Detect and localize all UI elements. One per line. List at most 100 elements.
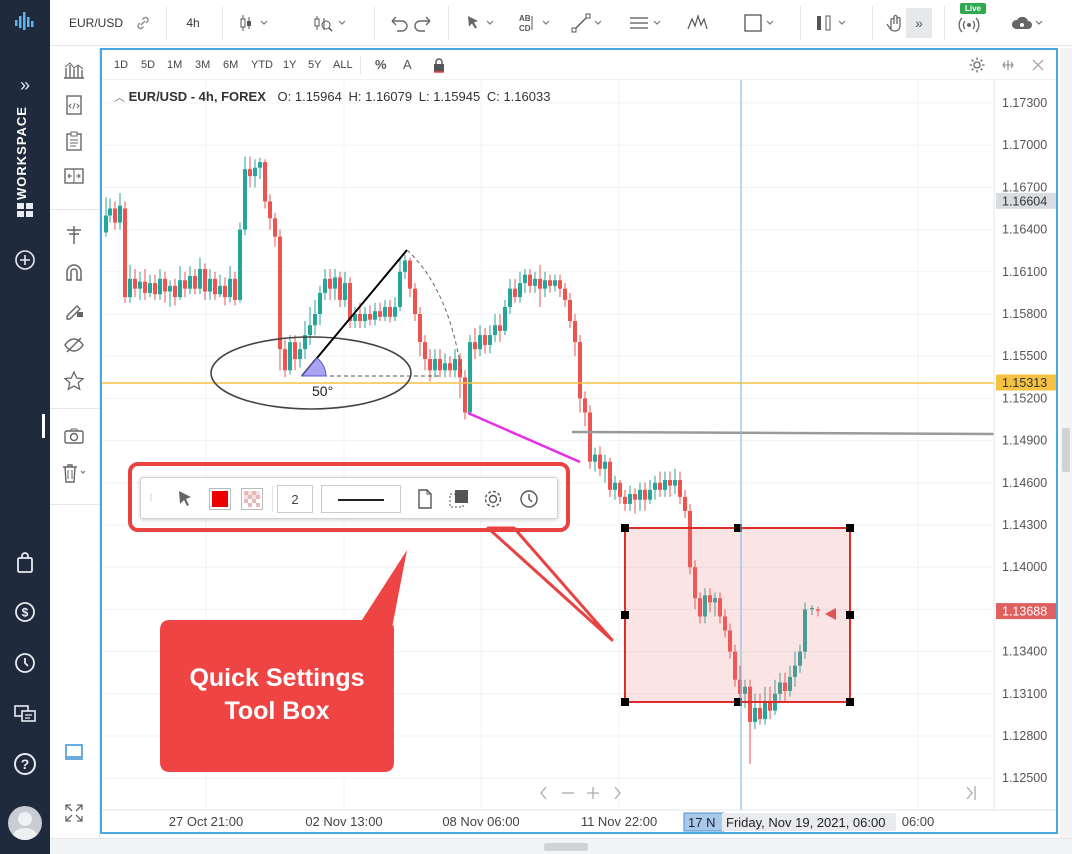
candle-body bbox=[393, 306, 397, 317]
candle-body bbox=[483, 335, 487, 345]
candle-body bbox=[613, 482, 617, 490]
vertical-scrollbar[interactable] bbox=[1060, 48, 1072, 838]
reset-chart-icon[interactable] bbox=[966, 786, 976, 800]
candle-body bbox=[338, 277, 342, 300]
candle-body bbox=[633, 494, 637, 500]
candle-body bbox=[478, 335, 482, 350]
toolbox-separator bbox=[272, 486, 273, 512]
candle-body bbox=[104, 215, 108, 233]
alert-clock-icon[interactable] bbox=[517, 485, 541, 513]
price-tick-label: 1.15500 bbox=[1002, 349, 1047, 363]
line-style-dropdown[interactable] bbox=[321, 485, 401, 513]
candle-body bbox=[158, 278, 162, 295]
candle-body bbox=[488, 335, 492, 345]
time-tick-label: 11 Nov 22:00 bbox=[581, 814, 657, 829]
price-axis[interactable]: 1.17300 1.17000 1.16700 1.16400 1.16100 1.158… bbox=[993, 80, 1056, 810]
candle-body bbox=[368, 314, 372, 320]
crosshair-time-label: Friday, Nov 19, 2021, 06:00 bbox=[726, 815, 885, 830]
time-tick-label: 08 Nov 06:00 bbox=[442, 814, 519, 829]
callout-line-1: Quick Settings bbox=[189, 664, 365, 692]
price-tick-label: 1.17000 bbox=[1002, 138, 1047, 152]
zoom-in-icon[interactable] bbox=[587, 787, 599, 799]
candle-body bbox=[623, 496, 627, 504]
candle-body bbox=[328, 278, 332, 289]
candle-body bbox=[663, 479, 667, 490]
candle-body bbox=[198, 268, 202, 289]
angle-label: 50° bbox=[312, 383, 333, 399]
settings-icon[interactable] bbox=[481, 485, 505, 513]
candle-body bbox=[438, 359, 442, 371]
candle-body bbox=[658, 482, 662, 490]
clone-icon[interactable] bbox=[413, 485, 437, 513]
hline-price-tag: 1.15313 bbox=[1002, 376, 1047, 390]
candle-body bbox=[628, 494, 632, 504]
candle-body bbox=[563, 288, 567, 300]
candle-body bbox=[148, 283, 152, 293]
candle-body bbox=[313, 314, 317, 326]
price-tick-label: 1.15800 bbox=[1002, 307, 1047, 321]
candle-body bbox=[518, 283, 522, 298]
candle-body bbox=[558, 280, 562, 289]
candle-body bbox=[213, 278, 217, 295]
line-width-input[interactable]: 2 bbox=[277, 485, 313, 513]
bring-to-front-icon[interactable] bbox=[447, 485, 471, 513]
callout-pointer bbox=[486, 526, 614, 642]
drag-handle-icon[interactable]: ⁞ bbox=[145, 485, 157, 513]
vertical-scrollbar-thumb[interactable] bbox=[1062, 428, 1070, 472]
candle-body bbox=[418, 314, 422, 343]
line-color-button[interactable] bbox=[207, 485, 233, 513]
candle-body bbox=[373, 311, 377, 320]
candle-body bbox=[343, 283, 347, 300]
trendline-drawing[interactable] bbox=[467, 411, 581, 464]
fill-color-button[interactable] bbox=[239, 485, 265, 513]
candle-body bbox=[128, 278, 132, 298]
rectangle-drawing[interactable] bbox=[624, 527, 851, 703]
candle-body bbox=[763, 700, 767, 720]
candle-body bbox=[603, 461, 607, 469]
candle-body bbox=[173, 285, 177, 298]
candle-body bbox=[233, 278, 237, 300]
candle-body bbox=[413, 288, 417, 314]
time-tick-label: 06:00 bbox=[902, 814, 935, 829]
scrollbar-thumb[interactable] bbox=[544, 843, 588, 851]
horizontal-scrollbar[interactable] bbox=[50, 838, 1072, 854]
scroll-left-icon[interactable] bbox=[540, 786, 547, 800]
candle-body bbox=[648, 489, 652, 500]
candle-body bbox=[113, 208, 117, 223]
candle-body bbox=[443, 363, 447, 371]
time-axis[interactable]: 27 Oct 21:00 02 Nov 13:00 08 Nov 06:00 11 N… bbox=[102, 809, 1056, 832]
price-tick-label: 1.15200 bbox=[1002, 391, 1047, 405]
candle-body bbox=[458, 359, 462, 378]
candle-body bbox=[473, 342, 477, 350]
candle-body bbox=[318, 292, 322, 314]
chart-navigation bbox=[540, 786, 976, 800]
price-tick-label: 1.12800 bbox=[1002, 729, 1047, 743]
candle-body bbox=[678, 479, 682, 497]
candle-body bbox=[253, 167, 257, 177]
candle-body bbox=[553, 280, 557, 286]
price-tick-label: 1.14300 bbox=[1002, 518, 1047, 532]
candle-body bbox=[278, 236, 282, 350]
candle-body bbox=[673, 479, 677, 486]
select-cursor-icon[interactable] bbox=[173, 485, 197, 513]
price-tick-label: 1.16100 bbox=[1002, 265, 1047, 279]
candle-body bbox=[408, 260, 412, 289]
last-price-tag: 1.16604 bbox=[1002, 194, 1047, 208]
ray-drawing[interactable] bbox=[571, 430, 995, 436]
candle-body bbox=[298, 349, 302, 360]
candle-body bbox=[588, 412, 592, 462]
price-tick-label: 1.14900 bbox=[1002, 434, 1047, 448]
candle-body bbox=[513, 288, 517, 298]
candle-body bbox=[183, 280, 187, 289]
candle-body bbox=[548, 280, 552, 286]
candle-body bbox=[143, 281, 147, 293]
price-tick-label: 1.14600 bbox=[1002, 476, 1047, 490]
candle-body bbox=[288, 342, 292, 371]
crosshair-price-tag: 1.13688 bbox=[1002, 605, 1047, 619]
candle-body bbox=[543, 280, 547, 289]
price-tick-label: 1.14000 bbox=[1002, 560, 1047, 574]
quick-settings-toolbox: ⁞ 2 bbox=[140, 477, 558, 519]
candle-body bbox=[493, 325, 497, 336]
candle-body bbox=[378, 311, 382, 317]
candle-body bbox=[453, 359, 457, 371]
